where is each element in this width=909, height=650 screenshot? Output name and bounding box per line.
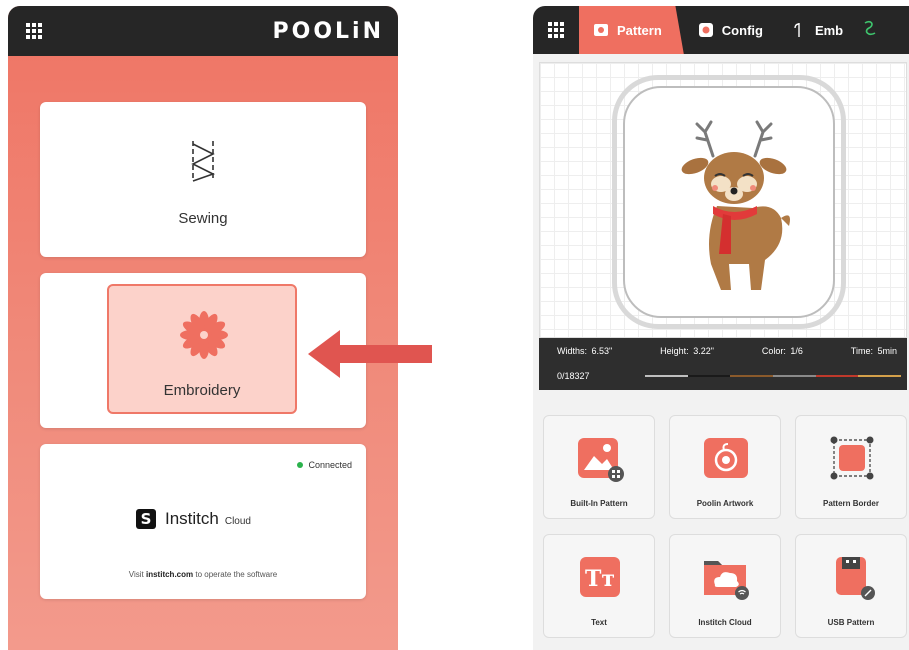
pattern-canvas[interactable] bbox=[539, 62, 907, 338]
institch-logo-icon: S bbox=[136, 509, 156, 529]
text-icon: Tт bbox=[580, 557, 620, 597]
time-info: Time: 5min bbox=[850, 346, 897, 356]
usb-pattern-label: USB Pattern bbox=[827, 618, 875, 627]
height-value: 3.22" bbox=[693, 346, 714, 356]
pattern-icon bbox=[594, 24, 608, 36]
institch-name: Institch bbox=[165, 509, 219, 528]
width-info: Widths: 6.53" bbox=[557, 346, 613, 356]
home-screen: POOLiN Sewing Embroidery Connected S Ins… bbox=[8, 6, 398, 650]
embroidery-button[interactable]: Embroidery bbox=[107, 284, 297, 414]
tab-emb[interactable]: Emb bbox=[777, 6, 857, 54]
institch-cloud-suffix: Cloud bbox=[224, 516, 251, 527]
connection-status-text: Connected bbox=[308, 460, 352, 470]
thread-color-segment bbox=[815, 375, 859, 377]
tab-pattern[interactable]: Pattern bbox=[579, 6, 684, 54]
visit-suffix: to operate the software bbox=[193, 570, 278, 579]
pointer-arrow-icon bbox=[308, 330, 432, 378]
embroidery-label: Embroidery bbox=[163, 382, 241, 399]
built-in-pattern-button[interactable]: Built-In Pattern bbox=[543, 415, 655, 519]
stitch-count: 0/18327 bbox=[557, 371, 590, 381]
built-in-pattern-label: Built-In Pattern bbox=[570, 499, 628, 508]
visit-note: Visit institch.com to operate the softwa… bbox=[40, 570, 366, 579]
apps-grid-icon[interactable] bbox=[26, 23, 42, 39]
artwork-icon bbox=[704, 438, 748, 478]
pattern-border-button[interactable]: Pattern Border bbox=[795, 415, 907, 519]
embroidery-screen: Pattern Config Emb Widths: 6.53" Height:… bbox=[533, 6, 909, 650]
pattern-info-bar: Widths: 6.53" Height: 3.22" Color: 1/6 T… bbox=[539, 338, 907, 390]
connection-status: Connected bbox=[297, 460, 352, 470]
embroidery-hoop bbox=[612, 75, 846, 329]
svg-text:Tт: Tт bbox=[585, 566, 615, 592]
tab-emb-label: Emb bbox=[814, 22, 844, 38]
status-dot-icon bbox=[297, 462, 304, 468]
sewing-label: Sewing bbox=[178, 210, 228, 227]
usb-icon bbox=[836, 557, 875, 600]
cloud-folder-icon bbox=[704, 561, 749, 600]
tab-config[interactable]: Config bbox=[684, 6, 777, 54]
thread-color-segment bbox=[773, 375, 816, 377]
text-label: Text bbox=[591, 618, 607, 627]
text-button[interactable]: Tт Text bbox=[543, 534, 655, 638]
height-info: Height: 3.22" bbox=[660, 346, 714, 356]
flower-icon bbox=[180, 311, 228, 359]
width-value: 6.53" bbox=[591, 346, 613, 356]
color-value: 1/6 bbox=[790, 346, 803, 356]
time-value: 5min bbox=[877, 346, 897, 356]
sewing-card[interactable]: Sewing bbox=[40, 102, 366, 257]
apps-grid-icon[interactable] bbox=[548, 22, 564, 38]
tab-bar: Pattern Config Emb bbox=[533, 6, 909, 54]
tab-pattern-label: Pattern bbox=[617, 22, 662, 38]
poolin-artwork-button[interactable]: Poolin Artwork bbox=[669, 415, 781, 519]
thread-icon[interactable] bbox=[861, 19, 881, 41]
thread-color-segment bbox=[645, 375, 688, 377]
pattern-border-label: Pattern Border bbox=[822, 499, 879, 508]
reindeer-pattern-image bbox=[681, 120, 790, 290]
visit-link[interactable]: institch.com bbox=[146, 570, 193, 579]
color-info: Color: 1/6 bbox=[761, 346, 803, 356]
poolin-logo: POOLiN bbox=[272, 18, 384, 44]
institch-brand: S Institch Cloud bbox=[136, 509, 251, 529]
institch-cloud-label: Institch Cloud bbox=[698, 618, 752, 627]
sewing-stitch-icon bbox=[191, 141, 216, 182]
poolin-artwork-label: Poolin Artwork bbox=[696, 499, 754, 508]
visit-prefix: Visit bbox=[128, 570, 146, 579]
tab-config-label: Config bbox=[721, 22, 763, 38]
config-icon bbox=[698, 23, 713, 37]
thread-color-segment bbox=[858, 375, 902, 377]
institch-cloud-card[interactable]: Connected S Institch Cloud Visit institc… bbox=[40, 444, 366, 599]
border-icon bbox=[830, 436, 874, 480]
thread-color-track bbox=[645, 375, 902, 377]
usb-pattern-button[interactable]: USB Pattern bbox=[795, 534, 907, 638]
thread-color-segment bbox=[730, 375, 774, 377]
image-icon bbox=[578, 438, 624, 482]
thread-color-segment bbox=[687, 375, 731, 377]
needle-icon bbox=[794, 23, 800, 37]
top-bar: POOLiN bbox=[8, 6, 398, 56]
institch-cloud-button[interactable]: Institch Cloud bbox=[669, 534, 781, 638]
